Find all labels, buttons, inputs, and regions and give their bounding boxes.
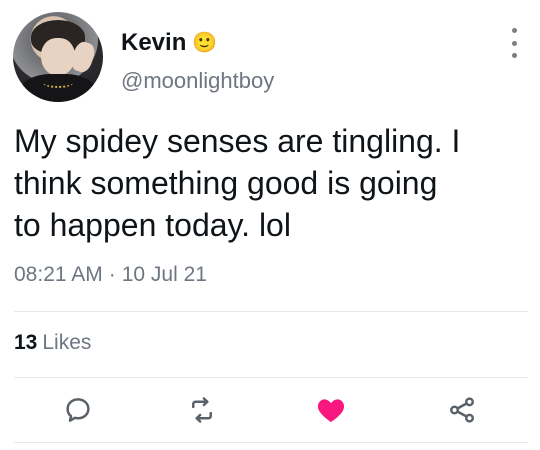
action-bar [0, 392, 540, 428]
share-button[interactable] [444, 392, 480, 428]
smiley-emoji-icon: 🙂 [192, 32, 218, 54]
likes-label: Likes [42, 331, 92, 354]
user-handle[interactable]: @moonlightboy [121, 68, 274, 94]
tweet-text: My spidey senses are tingling. I think s… [14, 123, 461, 243]
tweet-time: 08:21 AM [14, 263, 103, 286]
divider [14, 377, 528, 378]
heart-icon [317, 399, 345, 422]
avatar-chain [43, 78, 73, 88]
name-row: Kevin 🙂 [121, 29, 217, 57]
likes-stat[interactable]: 13 Likes [14, 331, 91, 355]
tweet-date: 10 Jul 21 [121, 263, 207, 286]
meta-separator: · [108, 263, 116, 286]
likes-count: 13 [14, 331, 38, 354]
like-button[interactable] [313, 392, 349, 428]
divider [14, 442, 528, 443]
display-name[interactable]: Kevin [121, 29, 186, 57]
retweet-button[interactable] [184, 392, 220, 428]
reply-icon [66, 398, 90, 422]
more-options-icon[interactable] [505, 28, 523, 58]
avatar[interactable] [13, 12, 103, 102]
divider [14, 311, 528, 312]
share-icon [450, 397, 474, 423]
reply-button[interactable] [60, 392, 96, 428]
tweet-timestamp: 08:21 AM · 10 Jul 21 [14, 263, 207, 287]
tweet-card: Kevin 🙂 @moonlightboy My spidey senses a… [0, 0, 540, 450]
avatar-face [41, 38, 75, 76]
retweet-icon [192, 397, 212, 423]
